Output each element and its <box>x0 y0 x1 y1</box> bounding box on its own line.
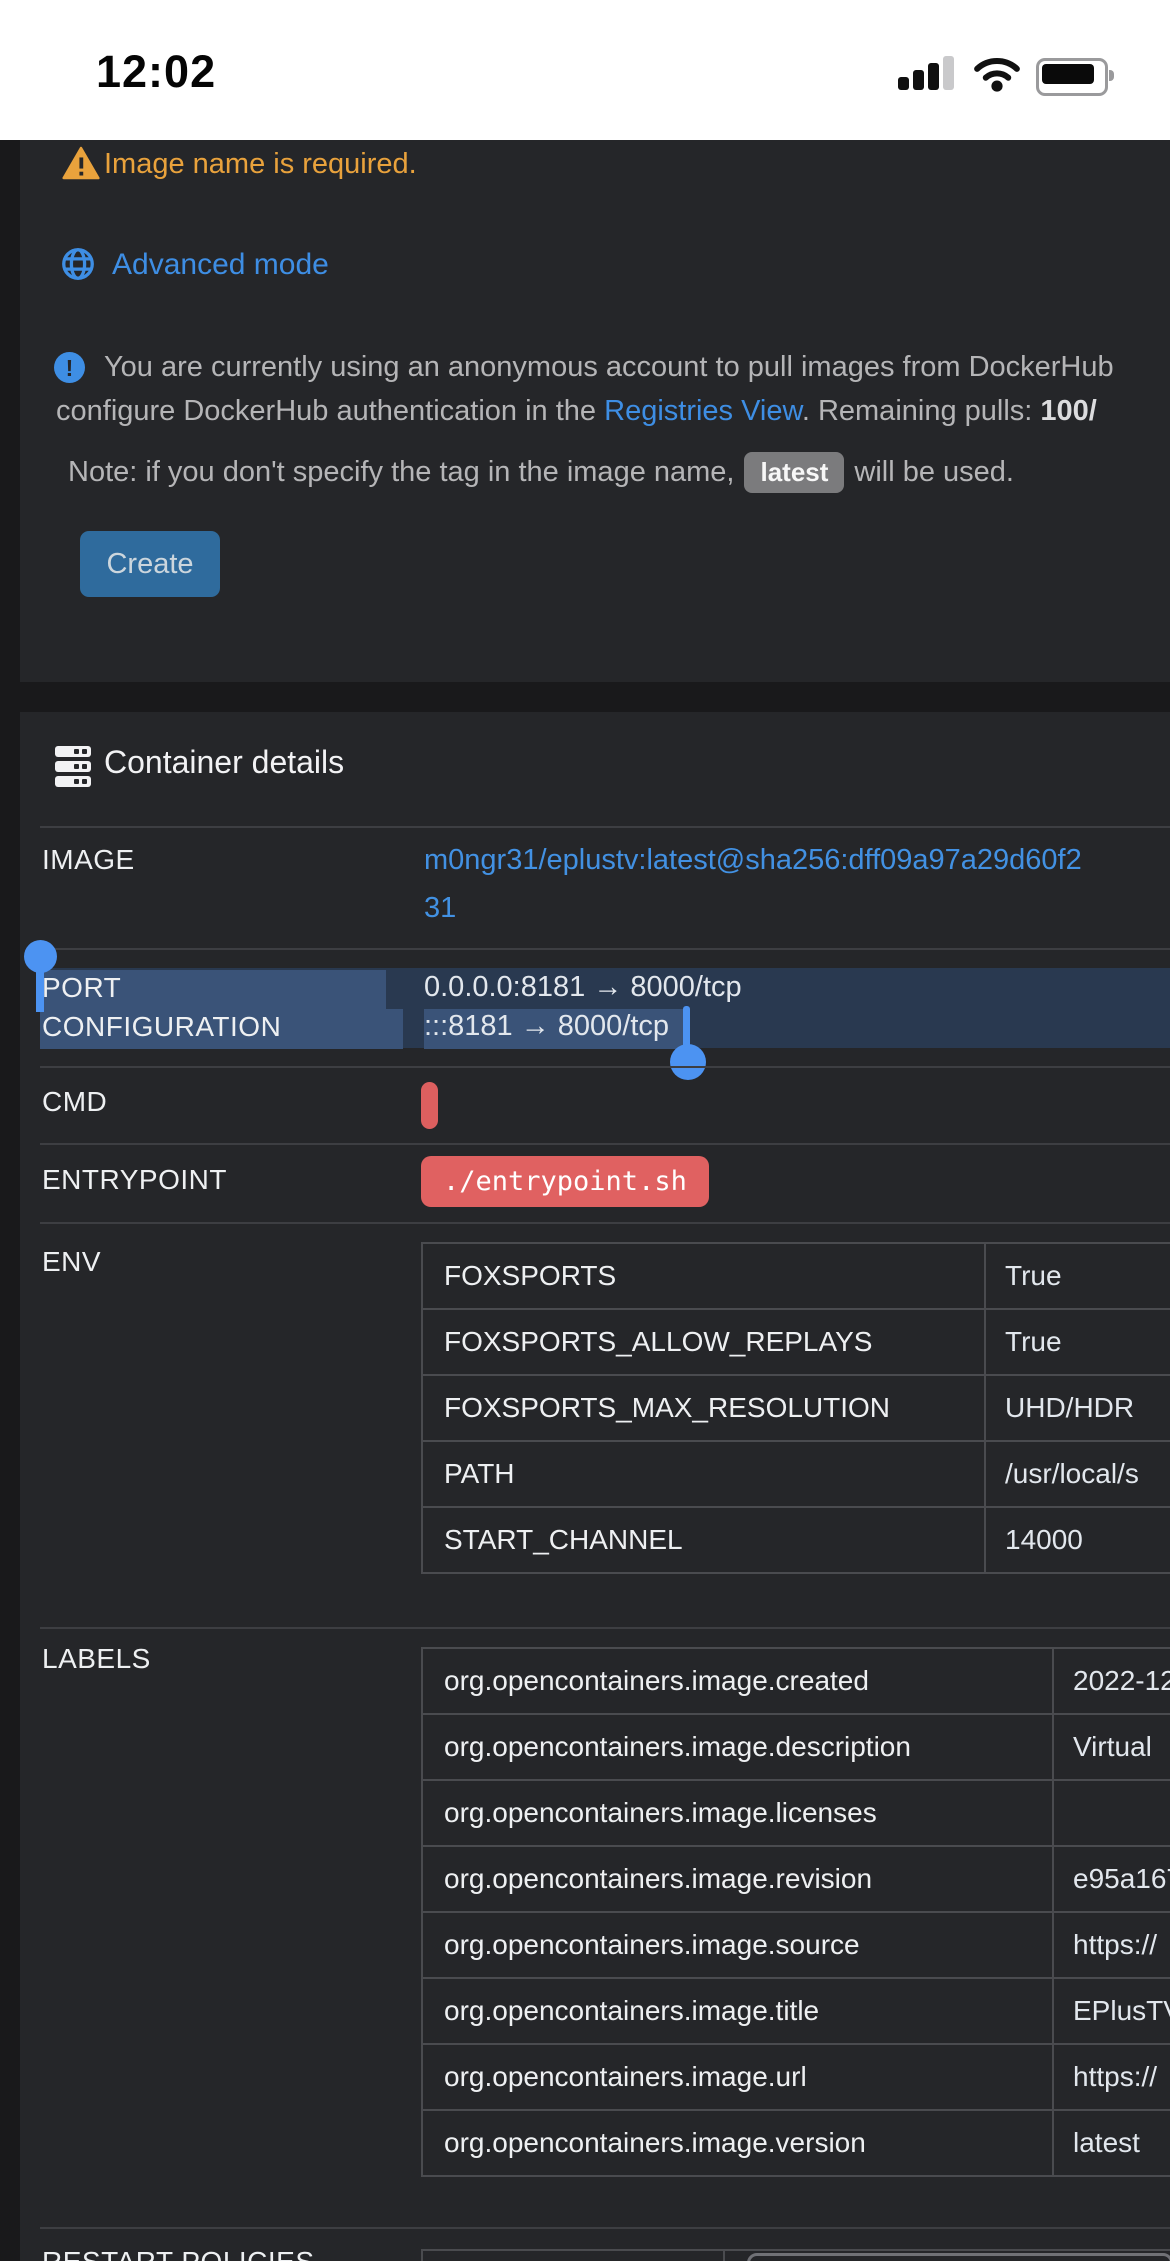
divider <box>40 1627 1170 1629</box>
registries-view-link[interactable]: Registries View <box>604 395 802 427</box>
restart-policies-table <box>421 2249 1170 2261</box>
labels-table: org.opencontainers.image.created2022-12 … <box>421 1647 1170 2177</box>
env-value: UHD/HDR <box>986 1376 1170 1440</box>
advanced-mode-link[interactable]: Advanced mode <box>112 248 329 282</box>
label-key: org.opencontainers.image.url <box>423 2045 1054 2109</box>
label-key: org.opencontainers.image.created <box>423 1649 1054 1713</box>
restart-policy-control[interactable] <box>747 2253 1170 2261</box>
label-value: 2022-12 <box>1054 1649 1170 1713</box>
info-line2-prefix: configure DockerHub authentication in th… <box>56 395 604 427</box>
table-row: org.opencontainers.image.descriptionVirt… <box>423 1713 1170 1779</box>
selection-start-handle-ball[interactable] <box>24 940 57 973</box>
table-row: FOXSPORTS_ALLOW_REPLAYSTrue <box>423 1308 1170 1374</box>
note-prefix: Note: if you don't specify the tag in th… <box>68 456 734 489</box>
label-value <box>1054 1781 1170 1845</box>
label-value: https:// <box>1054 2045 1170 2109</box>
table-row: PATH/usr/local/s <box>423 1440 1170 1506</box>
status-bar: 12:02 <box>0 0 1170 140</box>
cmd-row-label: CMD <box>42 1086 107 1118</box>
label-value: Virtual <box>1054 1715 1170 1779</box>
label-key: org.opencontainers.image.source <box>423 1913 1054 1977</box>
divider <box>40 1222 1170 1224</box>
info-line2-mid: . Remaining pulls: <box>802 395 1041 427</box>
wifi-icon <box>968 52 1026 94</box>
env-key: FOXSPORTS <box>423 1244 986 1308</box>
divider <box>40 1143 1170 1145</box>
label-value: e95a167 <box>1054 1847 1170 1911</box>
port-mapping-line2: :::8181 → 8000/tcp <box>424 1010 669 1043</box>
table-row: START_CHANNEL14000 <box>423 1506 1170 1572</box>
clock: 12:02 <box>96 46 216 98</box>
image-link-line2[interactable]: 31 <box>424 892 456 925</box>
table-row: org.opencontainers.image.titleEPlusTV <box>423 1977 1170 2043</box>
globe-icon <box>60 246 96 282</box>
table-row: org.opencontainers.image.urlhttps:// <box>423 2043 1170 2109</box>
form-error-message: Image name is required. <box>104 148 417 181</box>
labels-row-label: LABELS <box>42 1643 151 1675</box>
env-table: FOXSPORTSTrue FOXSPORTS_ALLOW_REPLAYSTru… <box>421 1242 1170 1574</box>
env-key: FOXSPORTS_MAX_RESOLUTION <box>423 1376 986 1440</box>
table-row <box>423 2251 1170 2261</box>
label-key: org.opencontainers.image.revision <box>423 1847 1054 1911</box>
entrypoint-value-badge: ./entrypoint.sh <box>421 1156 709 1207</box>
divider <box>40 1066 1170 1068</box>
port-row-label-line1: PORT <box>42 972 121 1004</box>
anonymous-account-info-line2: configure DockerHub authentication in th… <box>56 395 1097 428</box>
divider <box>40 948 1170 950</box>
table-row: org.opencontainers.image.versionlatest <box>423 2109 1170 2175</box>
latest-tag-badge: latest <box>744 452 844 493</box>
remaining-pulls-count: 100/ <box>1040 395 1096 427</box>
entrypoint-row-label: ENTRYPOINT <box>42 1164 227 1196</box>
divider <box>40 826 1170 828</box>
env-value: 14000 <box>986 1508 1170 1572</box>
restart-policy-key <box>423 2251 725 2261</box>
info-icon: ! <box>54 352 85 383</box>
table-row: FOXSPORTSTrue <box>423 1244 1170 1308</box>
label-value: EPlusTV <box>1054 1979 1170 2043</box>
battery-icon <box>1036 58 1108 96</box>
env-row-label: ENV <box>42 1246 101 1278</box>
table-row: org.opencontainers.image.sourcehttps:// <box>423 1911 1170 1977</box>
env-value: True <box>986 1244 1170 1308</box>
table-row: org.opencontainers.image.created2022-12 <box>423 1649 1170 1713</box>
mobile-screen: 12:02 Image name is required. Advanced m… <box>0 0 1170 2261</box>
divider <box>40 2227 1170 2229</box>
restart-policies-row-label: RESTART POLICIES <box>42 2246 315 2261</box>
label-value: https:// <box>1054 1913 1170 1977</box>
create-button[interactable]: Create <box>80 531 220 597</box>
server-stack-icon <box>55 746 91 788</box>
selection-end-handle-ball[interactable] <box>670 1044 706 1080</box>
cellular-signal-icon <box>898 56 962 90</box>
label-value: latest <box>1054 2111 1170 2175</box>
table-row: org.opencontainers.image.licenses <box>423 1779 1170 1845</box>
env-key: PATH <box>423 1442 986 1506</box>
cmd-empty-value-badge <box>421 1082 438 1129</box>
port-row-label-line2: CONFIGURATION <box>42 1011 281 1043</box>
label-key: org.opencontainers.image.version <box>423 2111 1054 2175</box>
label-key: org.opencontainers.image.title <box>423 1979 1054 2043</box>
port-mapping-line1: 0.0.0.0:8181 → 8000/tcp <box>424 971 742 1004</box>
table-row: org.opencontainers.image.revisione95a167 <box>423 1845 1170 1911</box>
label-key: org.opencontainers.image.description <box>423 1715 1054 1779</box>
table-row: FOXSPORTS_MAX_RESOLUTIONUHD/HDR <box>423 1374 1170 1440</box>
note-suffix: will be used. <box>854 456 1014 489</box>
section-title: Container details <box>104 744 344 781</box>
tag-note: Note: if you don't specify the tag in th… <box>68 452 1014 493</box>
restart-policy-value <box>725 2251 1170 2261</box>
anonymous-account-info-line1: You are currently using an anonymous acc… <box>104 351 1114 384</box>
image-row-label: IMAGE <box>42 844 135 876</box>
env-value: True <box>986 1310 1170 1374</box>
label-key: org.opencontainers.image.licenses <box>423 1781 1054 1845</box>
env-value: /usr/local/s <box>986 1442 1170 1506</box>
env-key: START_CHANNEL <box>423 1508 986 1572</box>
warning-triangle-icon <box>62 146 100 180</box>
image-link-line1[interactable]: m0ngr31/eplustv:latest@sha256:dff09a97a2… <box>424 844 1082 877</box>
env-key: FOXSPORTS_ALLOW_REPLAYS <box>423 1310 986 1374</box>
